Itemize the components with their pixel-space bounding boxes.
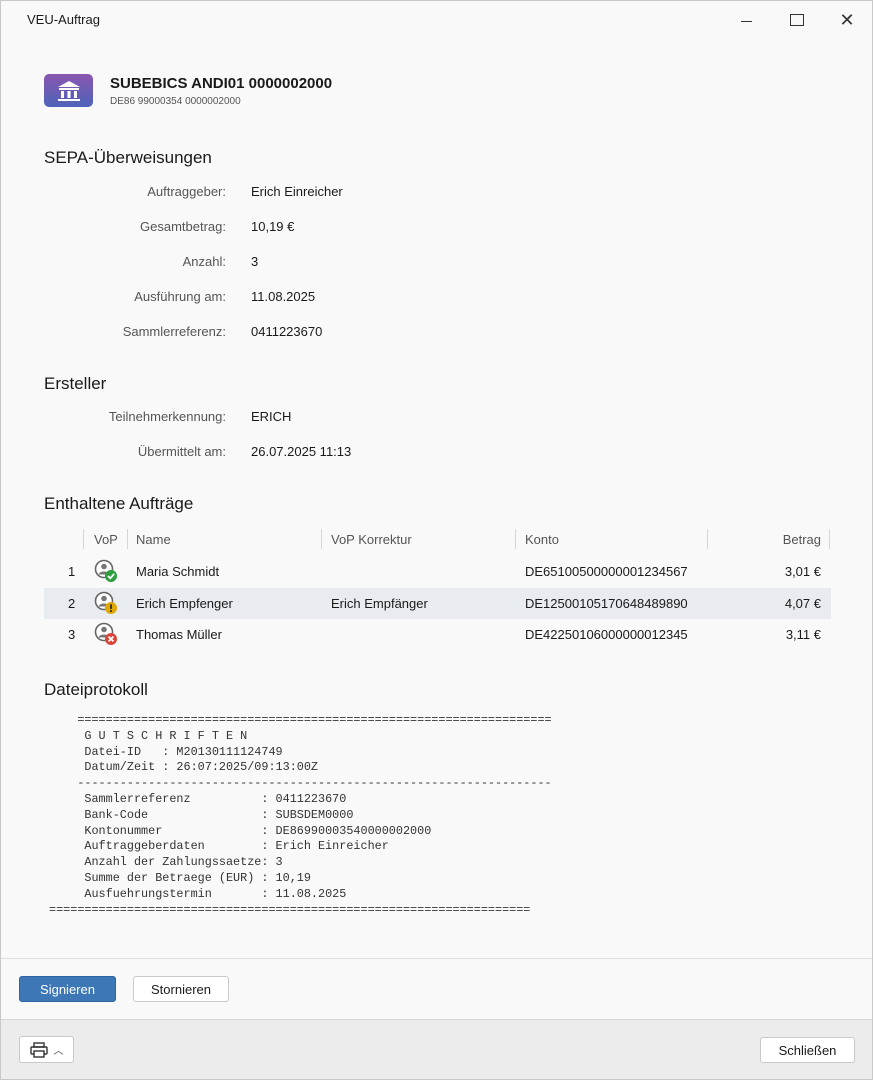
window-title: VEU-Auftrag [27,12,100,27]
file-log-text: ========================================… [49,713,552,918]
bottom-bar [1,1019,872,1079]
log-line: ========================================… [49,713,552,727]
orders-table: VoP Name VoP Korrektur Konto Betrag 1 Ma… [44,523,831,651]
section-title-file-log: Dateiprotokoll [44,680,148,699]
row-amount: 3,11 € [785,627,821,642]
value-batch-reference: 0411223670 [251,324,323,339]
column-header-name[interactable]: Name [136,532,171,547]
column-header-account[interactable]: Konto [525,532,559,547]
section-title-sepa: SEPA-Überweisungen [44,148,212,167]
table-row[interactable]: 1 Maria Schmidt DE65100500000001234567 3… [44,556,831,588]
column-divider [515,529,516,549]
close-window-button[interactable]: ✕ [824,1,870,39]
label-count: Anzahl: [182,254,226,269]
column-divider [707,529,708,549]
log-line: G U T S C H R I F T E N [49,728,248,743]
row-account: DE42250106000000012345 [525,627,688,642]
section-title-creator: Ersteller [44,374,107,393]
minimize-icon [740,20,752,22]
table-header: VoP Name VoP Korrektur Konto Betrag [44,523,831,556]
value-count: 3 [251,254,259,269]
column-divider [321,529,322,549]
value-participant-id: ERICH [251,409,292,424]
vop-warning-icon [94,591,117,614]
log-line: Sammlerreferenz : 0411223670 [49,791,347,806]
value-total-amount: 10,19 € [251,219,295,234]
column-header-amount[interactable]: Betrag [783,532,821,547]
log-line: Anzahl der Zahlungssaetze: 3 [49,855,283,870]
row-name: Thomas Müller [136,627,222,642]
log-line: ========================================… [49,902,531,917]
log-line: Datei-ID : M20130111124749 [49,744,283,759]
maximize-icon [790,14,804,26]
veu-order-window: VEU-Auftrag ✕ SUBEBICS ANDI01 0000002000… [0,0,873,1080]
print-button[interactable]: ︿ [19,1036,74,1063]
column-header-vop-correction[interactable]: VoP Korrektur [331,532,412,547]
label-participant-id: Teilnehmerkennung: [108,409,226,424]
vop-error-icon [94,622,117,645]
label-originator: Auftraggeber: [147,184,226,199]
column-header-vop[interactable]: VoP [94,532,118,547]
account-name: SUBEBICS ANDI01 0000002000 [110,75,333,92]
vop-check-icon [94,559,117,582]
log-line: Datum/Zeit : 26:07:2025/09:13:00Z [49,760,319,775]
label-submitted-at: Übermittelt am: [137,444,226,459]
chevron-up-icon: ︿ [53,1046,64,1057]
title-bar: VEU-Auftrag ✕ [1,1,872,39]
column-divider [829,529,830,549]
close-button[interactable]: Schließen [760,1037,855,1063]
value-execution-date: 11.08.2025 [251,289,316,304]
column-divider [83,529,84,549]
label-batch-reference: Sammlerreferenz: [122,324,226,339]
log-line: Ausfuehrungstermin : 11.08.2025 [49,886,347,901]
log-line: Summe der Betraege (EUR) : 10,19 [49,870,311,885]
account-iban: DE86 99000354 0000002000 [110,96,241,107]
row-amount: 4,07 € [784,595,821,611]
column-divider [127,529,128,549]
log-line: Auftraggeberdaten : Erich Einreicher [49,839,389,854]
row-index: 2 [68,595,76,611]
sign-button[interactable]: Signieren [19,976,116,1002]
log-line: Kontonummer : DE86990003540000002000 [49,823,432,838]
cancel-order-button[interactable]: Stornieren [133,976,229,1002]
value-submitted-at: 26.07.2025 11:13 [251,444,352,459]
row-index: 3 [68,627,76,642]
value-originator: Erich Einreicher [251,184,343,199]
row-account: DE12500105170648489890 [525,595,688,611]
minimize-button[interactable] [723,1,769,39]
label-execution-date: Ausführung am: [134,289,226,304]
row-index: 1 [68,564,76,579]
close-icon: ✕ [839,10,855,30]
row-amount: 3,01 € [784,564,821,579]
footer-divider [1,958,872,959]
log-line: Bank-Code : SUBSDEM0000 [49,807,354,822]
bank-icon [44,74,93,107]
printer-icon [29,1041,48,1058]
label-total-amount: Gesamtbetrag: [140,219,226,234]
table-row[interactable]: 2 Erich Empfenger Erich Empfänger DE1250… [44,587,831,619]
log-line: ----------------------------------------… [49,776,552,791]
row-name: Erich Empfenger [136,595,233,611]
table-row[interactable]: 3 Thomas Müller DE42250106000000012345 3… [44,619,831,651]
row-account: DE65100500000001234567 [525,564,688,579]
row-vop-correction: Erich Empfänger [331,595,428,611]
section-title-orders: Enthaltene Aufträge [44,494,194,513]
row-name: Maria Schmidt [136,564,220,579]
maximize-button[interactable] [774,1,820,39]
